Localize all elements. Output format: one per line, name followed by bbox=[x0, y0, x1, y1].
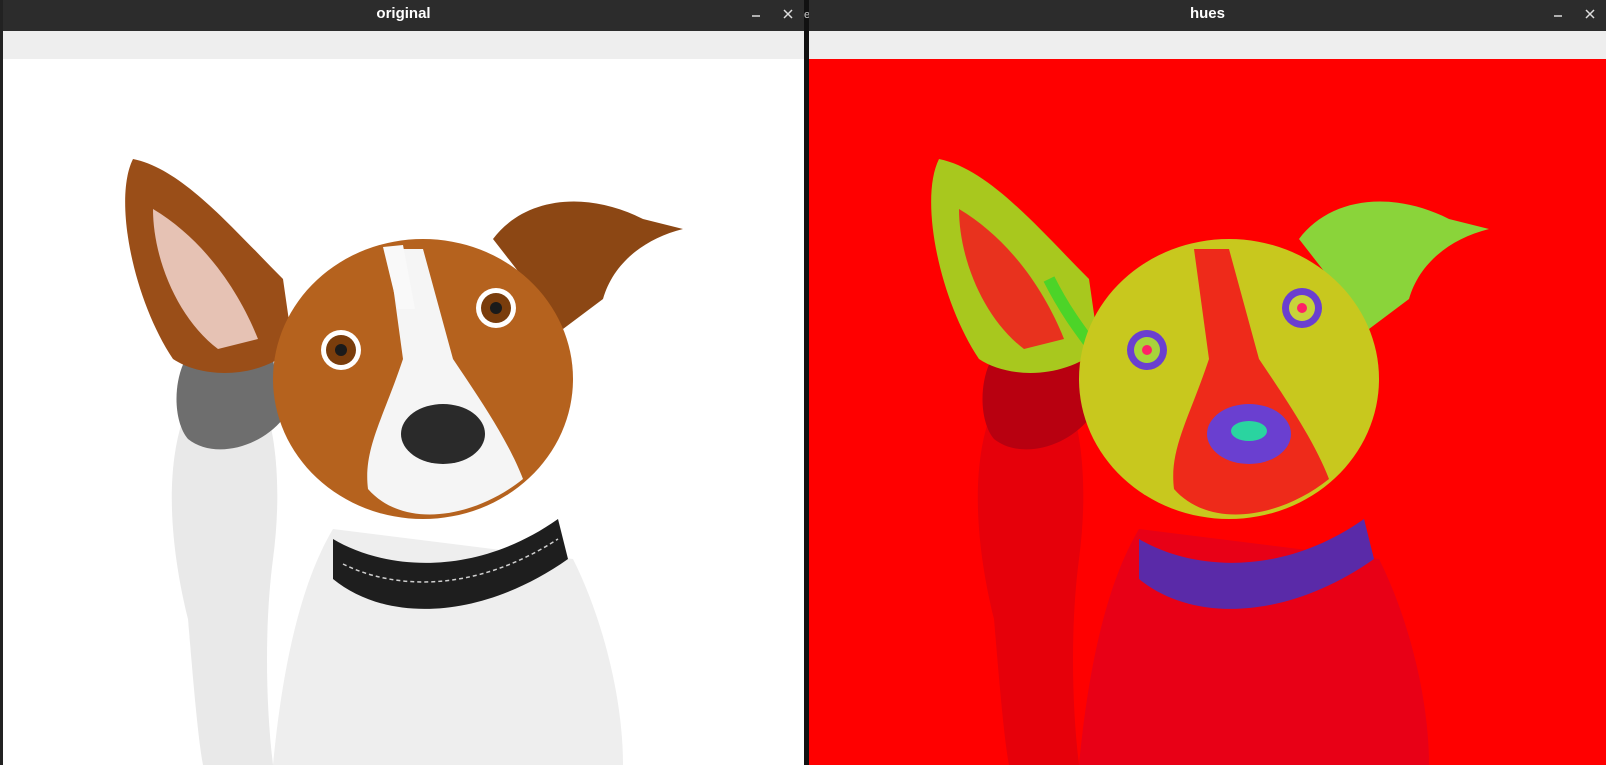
minimize-icon bbox=[752, 15, 760, 17]
hue-map-image bbox=[809, 59, 1606, 765]
window-title: original bbox=[376, 5, 431, 22]
hues-window: hues bbox=[809, 0, 1606, 765]
toolbar bbox=[3, 31, 804, 59]
minimize-button[interactable] bbox=[744, 0, 768, 28]
close-icon bbox=[783, 9, 793, 19]
close-icon bbox=[1585, 9, 1595, 19]
close-button[interactable] bbox=[1578, 0, 1602, 28]
separator-glyph: e bbox=[804, 9, 811, 21]
titlebar[interactable]: original bbox=[3, 0, 804, 31]
dog-image bbox=[3, 59, 804, 765]
window-title: hues bbox=[1189, 5, 1225, 22]
titlebar[interactable]: hues bbox=[809, 0, 1606, 31]
toolbar bbox=[809, 31, 1606, 59]
close-button[interactable] bbox=[776, 0, 800, 28]
image-canvas bbox=[809, 59, 1606, 765]
image-canvas bbox=[3, 59, 804, 765]
minimize-button[interactable] bbox=[1546, 0, 1570, 28]
minimize-icon bbox=[1554, 15, 1562, 17]
original-window: original bbox=[3, 0, 804, 765]
